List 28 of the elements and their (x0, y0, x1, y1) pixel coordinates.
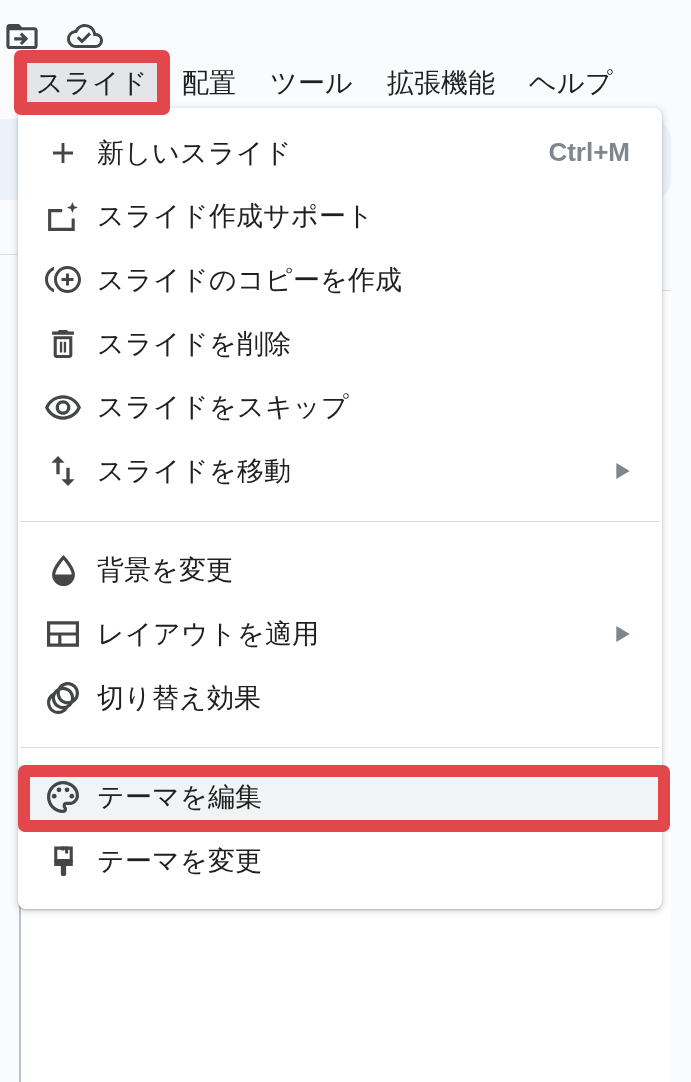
menu-item[interactable]: スライドを削除 (18, 311, 662, 376)
layout-icon (47, 620, 79, 647)
menu-item[interactable]: レイアウトを適用 (18, 602, 662, 666)
trash-icon (52, 329, 74, 358)
menu-item[interactable]: 新しいスライド Ctrl+M (18, 121, 662, 185)
menu-bar-item[interactable]: ヘルプ (520, 63, 622, 102)
menu-bar-item[interactable]: スライド (27, 63, 157, 102)
eye-icon (45, 394, 81, 420)
menu-item[interactable]: スライドを移動 (18, 438, 662, 503)
menu-item[interactable]: 背景を変更 (18, 538, 662, 603)
menu-bar-item[interactable]: ツール (261, 63, 362, 102)
menu-item[interactable]: テーマを変更 (18, 828, 662, 893)
palette-icon (47, 781, 79, 814)
folder-arrow-icon[interactable] (6, 23, 38, 49)
slide-sparkle-icon (48, 201, 78, 231)
cloud-check-icon[interactable] (67, 24, 103, 48)
duplicate-icon (45, 266, 81, 294)
menu-item[interactable]: スライドをスキップ (18, 375, 662, 439)
keyboard-shortcut: Ctrl+M (548, 137, 630, 169)
swap-vertical-icon (51, 455, 75, 486)
drop-icon (51, 554, 75, 586)
plus-icon (53, 142, 73, 163)
menu-item[interactable]: スライドのコピーを作成 (18, 248, 662, 312)
menu-bar-item[interactable]: 拡張機能 (378, 63, 504, 102)
overlapping-circles-icon (47, 681, 79, 714)
menu-bar-item[interactable]: 配置 (173, 63, 245, 102)
menu-item[interactable]: スライド作成サポート (18, 184, 662, 249)
menu-item[interactable]: 切り替え効果 (18, 665, 662, 730)
